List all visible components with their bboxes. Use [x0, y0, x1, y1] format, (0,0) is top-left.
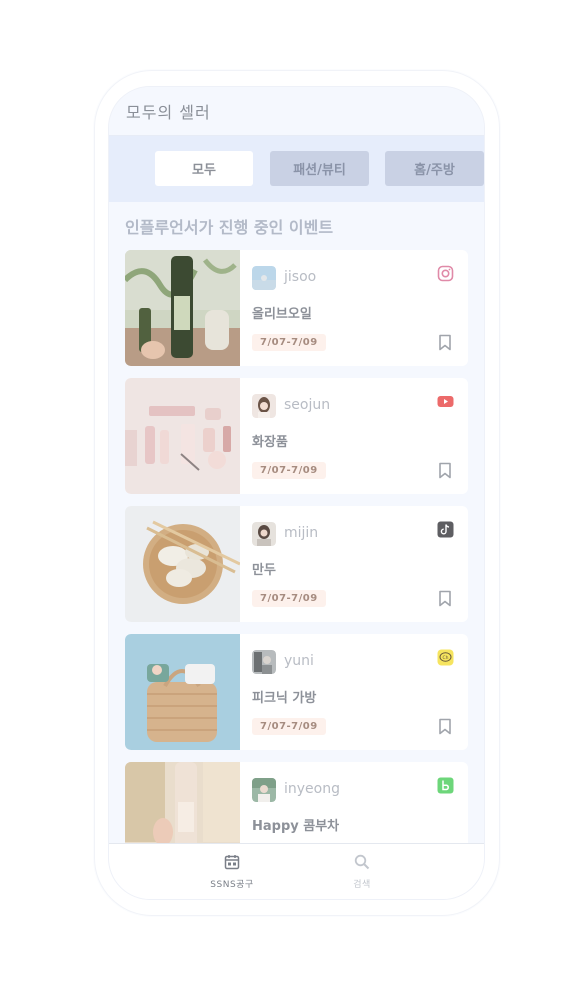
event-card[interactable]: mijin 만두 7/07-7/09: [125, 506, 468, 622]
bookmark-icon[interactable]: [438, 462, 452, 479]
event-date: 7/07-7/09: [252, 718, 326, 735]
event-date: 7/07-7/09: [252, 462, 326, 479]
category-tabs: 모두 패션/뷰티 홈/주방: [109, 136, 484, 202]
nav-label: 검색: [353, 880, 371, 890]
bottom-navigation: SSNS공구 검색: [109, 843, 484, 899]
user-avatar: [252, 394, 276, 418]
username: mijin: [284, 525, 319, 541]
svg-text:Ch: Ch: [443, 655, 449, 661]
app-header: 모두의 셀러: [109, 87, 484, 136]
user-avatar: [252, 522, 276, 546]
product-name: 만두: [252, 563, 276, 578]
bookmark-icon[interactable]: [438, 334, 452, 351]
product-image: [125, 634, 240, 750]
user-avatar: [252, 650, 276, 674]
username: inyeong: [284, 781, 340, 797]
app-title: 모두의 셀러: [126, 103, 211, 122]
bookmark-icon[interactable]: [438, 718, 452, 735]
bookmark-icon[interactable]: [438, 590, 452, 607]
kakao-icon: Ch: [437, 649, 454, 666]
youtube-icon: [437, 396, 454, 407]
nav-ssns-group-buy[interactable]: SSNS공구: [192, 854, 272, 890]
event-card[interactable]: jisoo 올리브오일 7/07-7/09: [125, 250, 468, 366]
instagram-icon: [437, 265, 454, 282]
product-image: [125, 250, 240, 366]
tab-fashion-beauty[interactable]: 패션/뷰티: [270, 151, 369, 186]
product-image: [125, 506, 240, 622]
username: jisoo: [284, 269, 317, 285]
band-icon: [437, 777, 454, 794]
calendar-icon: [224, 855, 240, 870]
event-date: 7/07-7/09: [252, 334, 326, 351]
tiktok-icon: [437, 521, 454, 538]
user-avatar: [252, 778, 276, 802]
nav-search[interactable]: 검색: [322, 854, 402, 890]
app-screen: 모두의 셀러 모두 패션/뷰티 홈/주방 인플루언서가 진행 중인 이벤트 ji…: [108, 86, 485, 900]
username: yuni: [284, 653, 314, 669]
search-icon: [354, 854, 370, 870]
nav-label: SSNS공구: [210, 880, 254, 890]
username: seojun: [284, 397, 331, 413]
section-title: 인플루언서가 진행 중인 이벤트: [125, 218, 334, 237]
product-name: Happy 콤부차: [252, 819, 340, 834]
product-name: 화장품: [252, 435, 288, 450]
product-name: 피크닉 가방: [252, 691, 317, 706]
user-avatar: [252, 266, 276, 290]
event-date: 7/07-7/09: [252, 590, 326, 607]
event-card[interactable]: yuni 피크닉 가방 7/07-7/09 Ch: [125, 634, 468, 750]
tab-all[interactable]: 모두: [155, 151, 253, 186]
event-card[interactable]: seojun 화장품 7/07-7/09: [125, 378, 468, 494]
product-name: 올리브오일: [252, 307, 312, 322]
tab-home-kitchen[interactable]: 홈/주방: [385, 151, 484, 186]
product-image: [125, 378, 240, 494]
